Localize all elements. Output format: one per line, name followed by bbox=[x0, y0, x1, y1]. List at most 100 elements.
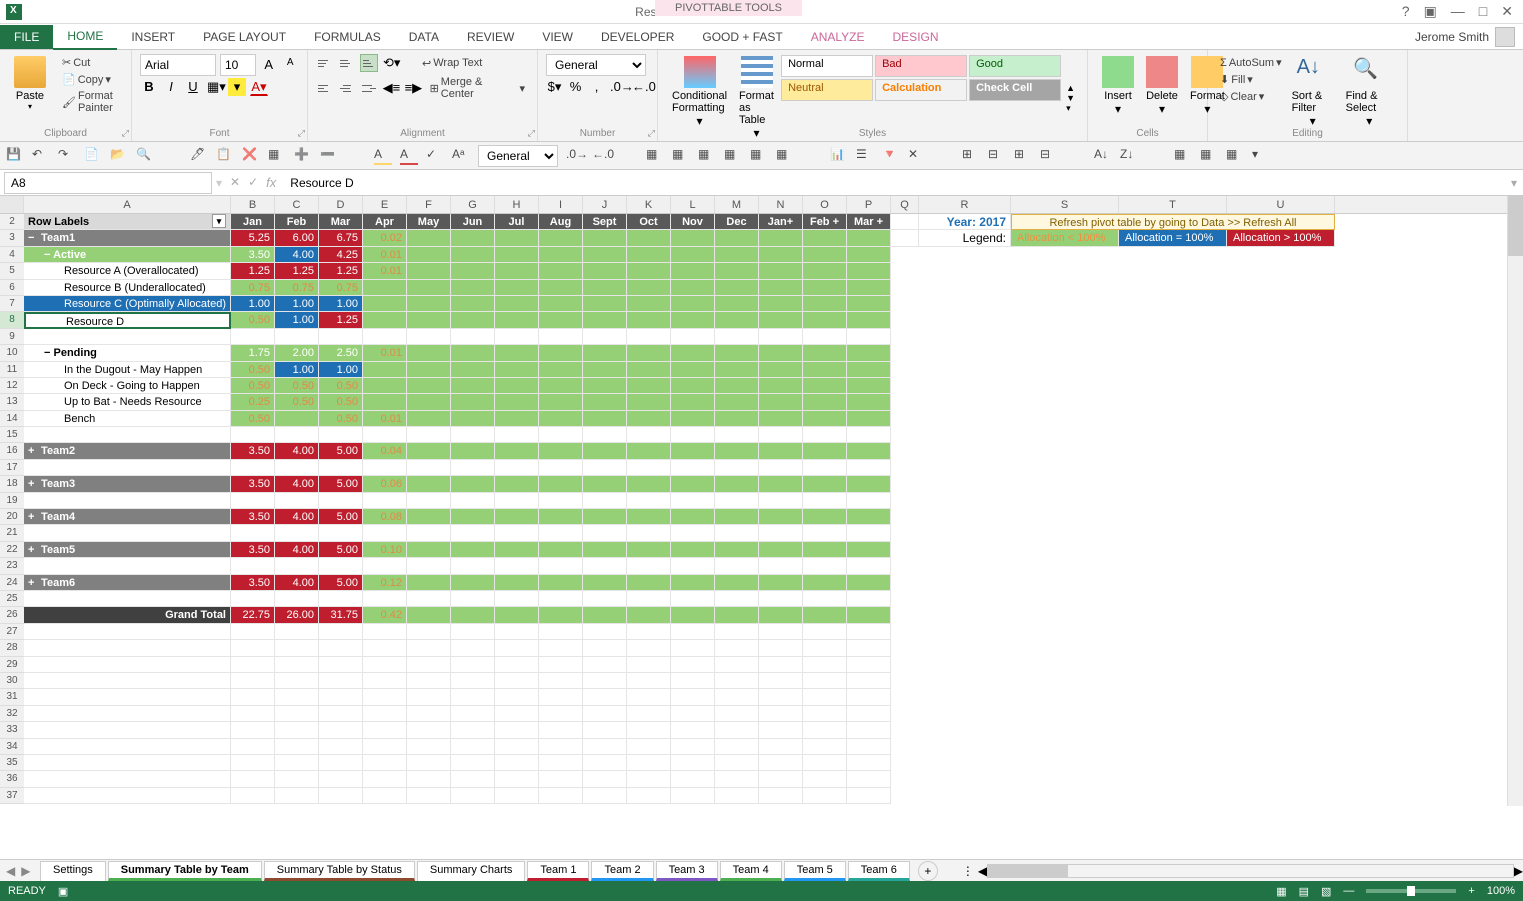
cell[interactable] bbox=[671, 263, 715, 279]
qat-icon[interactable]: ✓ bbox=[426, 147, 444, 165]
cell[interactable] bbox=[759, 689, 803, 705]
cell[interactable] bbox=[759, 640, 803, 656]
cell[interactable] bbox=[319, 329, 363, 345]
cell[interactable] bbox=[671, 378, 715, 394]
value-cell[interactable]: 6.00 bbox=[275, 230, 319, 246]
number-expand-icon[interactable]: ⤢ bbox=[648, 128, 655, 139]
value-cell[interactable]: 0.50 bbox=[231, 312, 275, 328]
cell[interactable] bbox=[627, 362, 671, 378]
sheet-tab[interactable]: Team 5 bbox=[784, 861, 846, 881]
paste-button[interactable]: Paste ▾ bbox=[8, 54, 52, 116]
qat-icon[interactable]: ←.0 bbox=[592, 147, 610, 165]
cell[interactable] bbox=[407, 345, 451, 361]
cell[interactable] bbox=[671, 607, 715, 623]
cell[interactable] bbox=[847, 280, 891, 296]
qat-icon[interactable]: ▦ bbox=[1226, 147, 1244, 165]
value-cell[interactable]: 1.75 bbox=[231, 345, 275, 361]
cell[interactable] bbox=[451, 657, 495, 673]
cut-button[interactable]: ✂ Cut bbox=[58, 54, 123, 71]
column-header-F[interactable]: F bbox=[407, 196, 451, 213]
cell[interactable] bbox=[627, 509, 671, 525]
sheet-tab[interactable]: Summary Table by Status bbox=[264, 861, 415, 881]
align-top-button[interactable] bbox=[316, 54, 334, 72]
cell[interactable] bbox=[451, 689, 495, 705]
resource-row[interactable]: Bench bbox=[24, 411, 231, 427]
cell[interactable] bbox=[275, 689, 319, 705]
cell[interactable] bbox=[583, 263, 627, 279]
cell[interactable] bbox=[627, 394, 671, 410]
cell[interactable] bbox=[759, 525, 803, 541]
cell[interactable] bbox=[759, 230, 803, 246]
value-cell[interactable]: 0.50 bbox=[231, 362, 275, 378]
column-header-E[interactable]: E bbox=[363, 196, 407, 213]
month-header[interactable]: Jul bbox=[495, 214, 539, 230]
cell[interactable] bbox=[231, 788, 275, 804]
cell[interactable] bbox=[539, 443, 583, 459]
qat-icon[interactable]: ▦ bbox=[268, 147, 286, 165]
cell[interactable] bbox=[803, 607, 847, 623]
font-expand-icon[interactable]: ⤢ bbox=[298, 128, 305, 139]
cell[interactable] bbox=[407, 558, 451, 574]
value-cell[interactable]: 0.75 bbox=[231, 280, 275, 296]
value-cell[interactable]: 1.00 bbox=[319, 296, 363, 312]
cell[interactable] bbox=[671, 230, 715, 246]
cell[interactable] bbox=[407, 624, 451, 640]
cell[interactable] bbox=[847, 263, 891, 279]
cell[interactable] bbox=[715, 739, 759, 755]
cell[interactable] bbox=[671, 706, 715, 722]
cell[interactable] bbox=[847, 591, 891, 607]
cell[interactable] bbox=[363, 739, 407, 755]
value-cell[interactable]: 5.00 bbox=[319, 542, 363, 558]
cell[interactable] bbox=[24, 624, 231, 640]
value-cell[interactable]: 3.50 bbox=[231, 247, 275, 263]
cell[interactable] bbox=[451, 493, 495, 509]
value-cell[interactable]: 4.00 bbox=[275, 542, 319, 558]
month-header[interactable]: Mar + bbox=[847, 214, 891, 230]
cell[interactable] bbox=[407, 755, 451, 771]
cell[interactable] bbox=[627, 525, 671, 541]
cell[interactable] bbox=[715, 362, 759, 378]
cell[interactable] bbox=[24, 657, 231, 673]
cell[interactable] bbox=[24, 739, 231, 755]
row-header-16[interactable]: 16 bbox=[0, 443, 24, 459]
cell[interactable] bbox=[671, 427, 715, 443]
cell[interactable] bbox=[495, 427, 539, 443]
cell[interactable] bbox=[847, 525, 891, 541]
normal-view-icon[interactable]: ▦ bbox=[1276, 885, 1286, 898]
cell[interactable] bbox=[363, 755, 407, 771]
cell[interactable] bbox=[319, 739, 363, 755]
cell[interactable] bbox=[627, 755, 671, 771]
value-cell[interactable]: 1.00 bbox=[275, 362, 319, 378]
cell[interactable] bbox=[275, 624, 319, 640]
qat-icon[interactable]: ▦ bbox=[724, 147, 742, 165]
cell[interactable] bbox=[451, 591, 495, 607]
cell[interactable] bbox=[671, 460, 715, 476]
cell[interactable] bbox=[407, 607, 451, 623]
style-neutral[interactable]: Neutral bbox=[781, 79, 873, 101]
cell[interactable] bbox=[583, 575, 627, 591]
row-header-18[interactable]: 18 bbox=[0, 476, 24, 492]
decrease-font-icon[interactable]: A bbox=[282, 56, 300, 74]
cell[interactable] bbox=[495, 476, 539, 492]
month-header[interactable]: Jan bbox=[231, 214, 275, 230]
resource-row[interactable]: Up to Bat - Needs Resource bbox=[24, 394, 231, 410]
column-header-S[interactable]: S bbox=[1011, 196, 1119, 213]
row-header-9[interactable]: 9 bbox=[0, 329, 24, 345]
styles-scroll-up-icon[interactable]: ▲ bbox=[1066, 83, 1075, 93]
qat-icon[interactable]: ▦ bbox=[698, 147, 716, 165]
style-bad[interactable]: Bad bbox=[875, 55, 967, 77]
value-cell[interactable] bbox=[275, 411, 319, 427]
number-format-select[interactable]: General bbox=[546, 54, 646, 76]
cell[interactable] bbox=[495, 558, 539, 574]
cell[interactable] bbox=[451, 771, 495, 787]
cell[interactable] bbox=[539, 263, 583, 279]
row-header-36[interactable]: 36 bbox=[0, 771, 24, 787]
horizontal-scrollbar[interactable]: ⋮◀ ▶ bbox=[958, 864, 1523, 878]
open-icon[interactable]: 📂 bbox=[110, 147, 128, 165]
row-header-8[interactable]: 8 bbox=[0, 312, 24, 328]
increase-decimal-button[interactable]: .0→ bbox=[609, 78, 627, 96]
cell[interactable] bbox=[275, 771, 319, 787]
cell[interactable] bbox=[715, 542, 759, 558]
cell[interactable] bbox=[451, 640, 495, 656]
cell[interactable] bbox=[231, 624, 275, 640]
